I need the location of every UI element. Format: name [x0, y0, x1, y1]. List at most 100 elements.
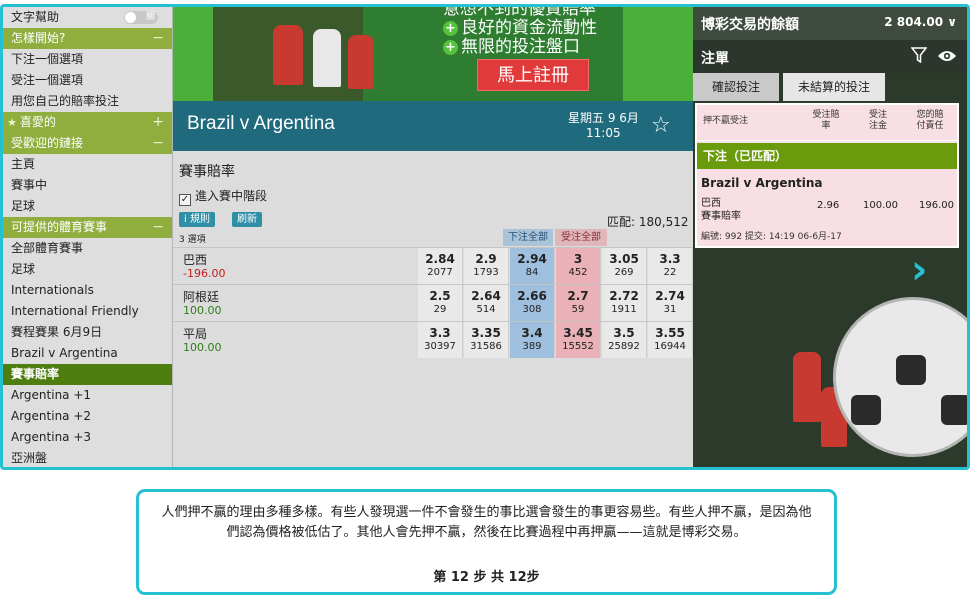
market-title: 賽事賠率 — [179, 164, 235, 180]
banner-player — [313, 29, 341, 87]
lay-price-cell[interactable]: 2.72 1911 — [602, 285, 647, 321]
market-panel: 賽事賠率 ✓ 進入賽中階段 i 規則 刷新 匹配: 180,512 3 選項 下注… — [173, 151, 693, 467]
back-price-cell[interactable]: 2.64 514 — [464, 285, 509, 321]
sidebar-item-internationals[interactable]: Internationals — [3, 280, 172, 301]
runner-row: 平局 100.00 3.3 30397 3.35 31586 3.4 389 3.45 15552… — [173, 321, 693, 358]
price-size: 22 — [663, 267, 677, 278]
runner-name: 平局 — [183, 327, 208, 341]
price-size: 308 — [522, 304, 542, 315]
section-favourites[interactable]: ★ 喜愛的 + — [3, 112, 172, 133]
sidebar-item-football[interactable]: 足球 — [3, 196, 172, 217]
balance-value[interactable]: 2 804.00 ∨ — [884, 15, 957, 29]
sidebar-item-football-2[interactable]: 足球 — [3, 259, 172, 280]
lay-price-cell[interactable]: 3.45 15552 — [556, 322, 601, 358]
lay-price-cell[interactable]: 3.5 25892 — [602, 322, 647, 358]
lay-price-cell[interactable]: 3 452 — [556, 248, 601, 284]
runner-name: 阿根廷 — [183, 290, 220, 304]
back-price-cell[interactable]: 2.9 1793 — [464, 248, 509, 284]
banner-line-3-text: 無限的投注盤口 — [461, 37, 580, 57]
lay-price-cell[interactable]: 3.55 16944 — [648, 322, 693, 358]
back-all-button[interactable]: 下注全部 — [503, 229, 553, 246]
price-odds: 3.3 — [659, 252, 681, 266]
section-sports[interactable]: 可提供的體育賽事 − — [3, 217, 172, 238]
price-odds: 3.05 — [609, 252, 639, 266]
balance-label: 博彩交易的餘額 — [701, 17, 799, 33]
app-window: 文字幫助 關 怎樣開始? − 下注一個選項 受注一個選項 用您自己的賠率投注 ★… — [0, 4, 970, 470]
lay-all-button[interactable]: 受注全部 — [555, 229, 607, 246]
back-price-cell[interactable]: 3.3 30397 — [418, 322, 463, 358]
background-player — [793, 352, 821, 422]
section-popular-links[interactable]: 受歡迎的鏈接 − — [3, 133, 172, 154]
betslip-header: 注單 — [693, 40, 967, 73]
runner-profit-loss: 100.00 — [183, 304, 222, 317]
sidebar-item-in-play[interactable]: 賽事中 — [3, 175, 172, 196]
price-size: 84 — [525, 267, 539, 278]
price-size: 30397 — [424, 341, 456, 352]
runner-profit-loss: -196.00 — [183, 267, 226, 280]
balance-bar[interactable]: 博彩交易的餘額 2 804.00 ∨ — [693, 7, 967, 40]
event-time: 11:05 — [586, 126, 621, 140]
event-header: Brazil v Argentina 星期五 9 6月 11:05 ☆ — [173, 101, 693, 151]
refresh-button[interactable]: 刷新 — [232, 212, 262, 227]
back-price-cell[interactable]: 2.84 2077 — [418, 248, 463, 284]
lay-price-cell[interactable]: 3.05 269 — [602, 248, 647, 284]
plus-icon: + — [443, 40, 458, 55]
lay-price-cell[interactable]: 2.74 31 — [648, 285, 693, 321]
rules-button[interactable]: i 規則 — [179, 212, 215, 227]
sidebar-item-match-odds[interactable]: 賽事賠率 — [3, 364, 172, 385]
ball-patch — [896, 355, 926, 385]
back-price-cell[interactable]: 3.4 389 — [510, 322, 555, 358]
unsettled-bets-list: 押不贏受注 受注賠率 受注注金 您的賠付責任 下注（已匹配） Brazil v … — [695, 103, 959, 248]
rules-label: 規則 — [189, 214, 210, 225]
eye-icon[interactable] — [937, 49, 957, 63]
back-price-cell[interactable]: 2.66 308 — [510, 285, 555, 321]
divider — [697, 140, 957, 141]
sidebar-item-own-odds[interactable]: 用您自己的賠率投注 — [3, 91, 172, 112]
tab-confirm-bets[interactable]: 確認投注 — [693, 73, 779, 101]
sidebar-item-asian-handicap[interactable]: 亞洲盤 — [3, 448, 172, 467]
sidebar-item-international-friendly[interactable]: International Friendly — [3, 301, 172, 322]
favourite-star-icon[interactable]: ☆ — [651, 113, 671, 138]
price-size: 452 — [568, 267, 588, 278]
sidebar-item-fixtures[interactable]: 賽程賽果 6月9日 — [3, 322, 172, 343]
sidebar-item-argentina-plus2[interactable]: Argentina +2 — [3, 406, 172, 427]
inplay-checkbox-row[interactable]: ✓ 進入賽中階段 — [179, 187, 267, 206]
sidebar-item-argentina-plus3[interactable]: Argentina +3 — [3, 427, 172, 448]
back-price-cell[interactable]: 3.35 31586 — [464, 322, 509, 358]
lay-price-cell[interactable]: 2.7 59 — [556, 285, 601, 321]
back-price-cell[interactable]: 2.5 29 — [418, 285, 463, 321]
filter-icon[interactable] — [911, 47, 927, 63]
sidebar-item-all-sports[interactable]: 全部體育賽事 — [3, 238, 172, 259]
tutorial-step-counter: 第 12 步 共 12步 — [433, 570, 540, 585]
col-header-odds: 受注賠率 — [812, 110, 840, 131]
matched-bets-heading: 下注（已匹配） — [697, 143, 957, 169]
price-odds: 3.4 — [521, 326, 543, 340]
chevron-right-icon[interactable]: › — [911, 247, 927, 293]
collapse-icon[interactable]: − — [152, 217, 164, 238]
price-size: 389 — [522, 341, 542, 352]
banner-photo — [213, 7, 374, 101]
sidebar-item-argentina-plus1[interactable]: Argentina +1 — [3, 385, 172, 406]
promo-banner[interactable]: 意想不到的優質賠率 + 良好的資金流動性 + 無限的投注盤口 馬上註冊 — [173, 7, 693, 101]
price-size: 514 — [476, 304, 496, 315]
sidebar-item-back-a-selection[interactable]: 下注一個選項 — [3, 49, 172, 70]
sidebar-item-lay-a-selection[interactable]: 受注一個選項 — [3, 70, 172, 91]
price-odds: 3.55 — [655, 326, 685, 340]
text-help-row: 文字幫助 關 — [3, 7, 172, 28]
back-price-cell[interactable]: 2.94 84 — [510, 248, 555, 284]
collapse-icon[interactable]: − — [152, 28, 164, 49]
lay-price-cell[interactable]: 3.3 22 — [648, 248, 693, 284]
checkbox-icon[interactable]: ✓ — [179, 194, 191, 206]
sidebar-item-event[interactable]: Brazil v Argentina — [3, 343, 172, 364]
price-size: 16944 — [654, 341, 686, 352]
section-how-to-start[interactable]: 怎樣開始? − — [3, 28, 172, 49]
price-odds: 3.45 — [563, 326, 593, 340]
collapse-icon[interactable]: − — [152, 133, 164, 154]
register-button[interactable]: 馬上註冊 — [477, 59, 589, 91]
price-odds: 2.84 — [425, 252, 455, 266]
tab-unsettled-bets[interactable]: 未結算的投注 — [783, 73, 885, 101]
price-size: 15552 — [562, 341, 594, 352]
sidebar-item-home[interactable]: 主頁 — [3, 154, 172, 175]
text-help-toggle[interactable]: 關 — [124, 11, 158, 24]
expand-icon[interactable]: + — [152, 112, 164, 133]
